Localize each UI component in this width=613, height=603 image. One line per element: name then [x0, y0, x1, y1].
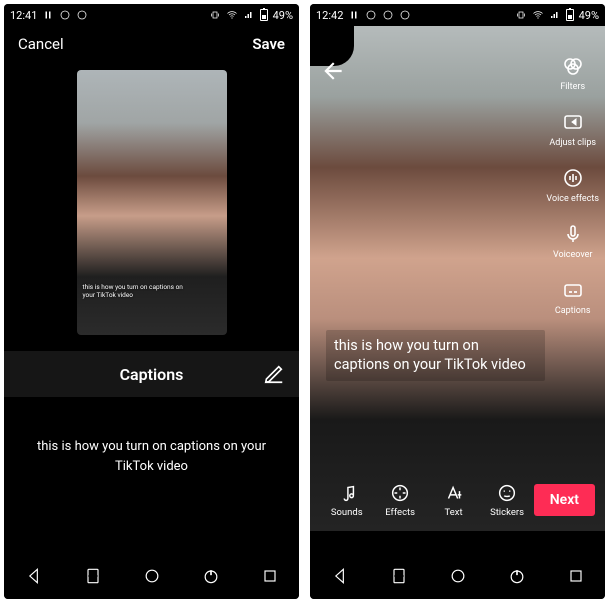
caption-text-row[interactable]: this is how you turn on captions on your… [4, 397, 299, 516]
app-icon [382, 9, 394, 21]
nav-split-icon[interactable] [388, 565, 410, 587]
voice-effects-label: Voice effects [546, 194, 599, 204]
nav-split-icon[interactable] [82, 565, 104, 587]
nav-recent-icon[interactable] [565, 565, 587, 587]
sounds-button[interactable]: Sounds [320, 482, 373, 518]
cancel-button[interactable]: Cancel [18, 35, 64, 53]
voice-effects-button[interactable]: Voice effects [546, 166, 599, 204]
filters-label: Filters [560, 82, 585, 92]
nav-recent-icon[interactable] [259, 565, 281, 587]
battery-percent: 49% [273, 9, 293, 22]
signal-icon [243, 9, 255, 21]
pause-icon [348, 9, 360, 21]
captions-icon [561, 278, 585, 302]
phone-captions-editor: 12:41 49% Cancel Save this [4, 4, 299, 599]
app-icon [399, 9, 411, 21]
adjust-clips-icon [561, 110, 585, 134]
edit-icon[interactable] [263, 363, 285, 385]
app-icon [76, 9, 88, 21]
filters-icon [561, 54, 585, 78]
voiceover-icon [561, 222, 585, 246]
nfc-icon [59, 9, 71, 21]
android-navbar [310, 553, 605, 599]
captions-header-bar: Captions [4, 351, 299, 397]
stickers-button[interactable]: Stickers [480, 482, 533, 518]
wifi-icon [532, 9, 544, 21]
stickers-icon [496, 482, 518, 504]
wifi-icon [226, 9, 238, 21]
voice-effects-icon [561, 166, 585, 190]
nav-power-icon[interactable] [506, 565, 528, 587]
effects-button[interactable]: Effects [373, 482, 426, 518]
voiceover-button[interactable]: Voiceover [546, 222, 599, 260]
status-bar: 12:42 49% [310, 4, 605, 26]
signal-icon [549, 9, 561, 21]
voiceover-label: Voiceover [553, 250, 593, 260]
adjust-clips-button[interactable]: Adjust clips [546, 110, 599, 148]
effects-icon [389, 482, 411, 504]
side-toolbar: Filters Adjust clips Voice effects Voice… [546, 54, 599, 316]
android-navbar [4, 553, 299, 599]
vibrate-icon [515, 9, 527, 21]
next-button[interactable]: Next [534, 484, 595, 516]
battery-percent: 49% [579, 9, 599, 22]
bottom-toolbar: Sounds Effects Text Stickers [310, 469, 605, 531]
back-button[interactable] [320, 58, 346, 84]
filters-button[interactable]: Filters [546, 54, 599, 92]
sounds-icon [336, 482, 358, 504]
editor-topbar: Cancel Save [4, 26, 299, 62]
text-icon [443, 482, 465, 504]
status-bar: 12:41 49% [4, 4, 299, 26]
battery-icon [260, 9, 268, 21]
nfc-icon [365, 9, 377, 21]
save-button[interactable]: Save [252, 35, 285, 53]
nav-home-icon[interactable] [141, 565, 163, 587]
vibrate-icon [209, 9, 221, 21]
status-time: 12:41 [10, 9, 37, 22]
video-preview[interactable]: this is how you turn on captions on your… [77, 70, 227, 335]
battery-icon [566, 9, 574, 21]
pause-icon [42, 9, 54, 21]
nav-back-icon[interactable] [329, 565, 351, 587]
phone-post-editor: 12:42 49% [310, 4, 605, 599]
adjust-clips-label: Adjust clips [549, 138, 596, 148]
video-canvas[interactable]: Filters Adjust clips Voice effects Voice… [310, 26, 605, 531]
captions-label: Captions [555, 306, 591, 316]
captions-header-label: Captions [120, 365, 184, 384]
caption-text: this is how you turn on captions on your… [37, 439, 266, 474]
text-button[interactable]: Text [427, 482, 480, 518]
captions-button[interactable]: Captions [546, 278, 599, 316]
preview-caption-overlay: this is how you turn on captions on your… [83, 283, 183, 299]
nav-power-icon[interactable] [200, 565, 222, 587]
status-time: 12:42 [316, 9, 343, 22]
nav-home-icon[interactable] [447, 565, 469, 587]
nav-back-icon[interactable] [23, 565, 45, 587]
caption-overlay[interactable]: this is how you turn on captions on your… [326, 330, 545, 381]
